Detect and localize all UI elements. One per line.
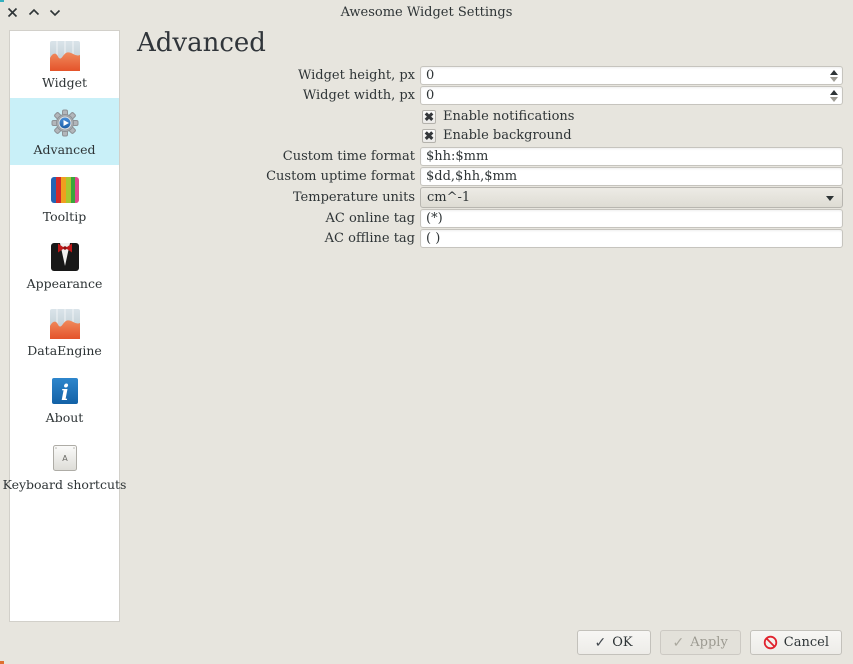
checkbox-checked-icon: ✖ xyxy=(424,111,434,123)
gear-icon xyxy=(49,107,81,139)
ok-button[interactable]: ✓ OK xyxy=(577,630,651,655)
keyboard-key-icon: A xyxy=(49,442,81,474)
window-title: Awesome Widget Settings xyxy=(0,5,853,20)
info-icon: i xyxy=(49,375,81,407)
cancel-button-label: Cancel xyxy=(784,635,829,650)
custom-time-format-label: Custom time format xyxy=(137,149,420,164)
temperature-units-value: cm^-1 xyxy=(427,190,470,205)
custom-time-format-input[interactable] xyxy=(420,147,843,166)
temperature-units-label: Temperature units xyxy=(137,190,420,205)
sidebar-item-label: About xyxy=(46,410,84,425)
graph-icon xyxy=(49,308,81,340)
color-stripes-icon xyxy=(49,174,81,206)
enable-notifications-row: ✖ Enable notifications xyxy=(422,109,843,124)
sidebar-item-label: Advanced xyxy=(34,142,96,157)
custom-uptime-format-row: Custom uptime format xyxy=(137,167,843,186)
widget-width-row: Widget width, px xyxy=(137,86,843,105)
ac-online-tag-input[interactable] xyxy=(420,209,843,228)
apply-button-label: Apply xyxy=(690,635,728,650)
ac-offline-tag-row: AC offline tag xyxy=(137,229,843,248)
enable-notifications-checkbox[interactable]: ✖ xyxy=(422,110,436,124)
widget-width-label: Widget width, px xyxy=(137,88,420,103)
widget-height-row: Widget height, px xyxy=(137,66,843,85)
ok-button-label: OK xyxy=(612,635,632,650)
widget-height-spinbox[interactable] xyxy=(420,66,843,85)
sidebar-item-about[interactable]: i About xyxy=(10,366,119,433)
page-title: Advanced xyxy=(137,28,266,58)
widget-height-label: Widget height, px xyxy=(137,68,420,83)
sidebar-item-label: DataEngine xyxy=(27,343,102,358)
temperature-units-row: Temperature units cm^-1 xyxy=(137,187,843,208)
svg-text:A: A xyxy=(62,454,68,463)
cancel-button[interactable]: Cancel xyxy=(750,630,842,655)
spin-down-icon[interactable] xyxy=(830,97,838,102)
widget-width-spinbox[interactable] xyxy=(420,86,843,105)
checkmark-icon: ✓ xyxy=(594,635,606,651)
enable-background-checkbox[interactable]: ✖ xyxy=(422,129,436,143)
ac-offline-tag-input[interactable] xyxy=(420,229,843,248)
advanced-settings-form: Widget height, px Widget width, px ✖ Ena… xyxy=(137,66,843,249)
custom-time-format-row: Custom time format xyxy=(137,147,843,166)
settings-category-list: Widget Advanced xyxy=(9,30,120,622)
sidebar-item-appearance[interactable]: Appearance xyxy=(10,232,119,299)
dropdown-arrow-icon xyxy=(826,196,834,201)
sidebar-item-keyboard-shortcuts[interactable]: A Keyboard shortcuts xyxy=(10,433,119,500)
sidebar-item-advanced[interactable]: Advanced xyxy=(10,98,119,165)
enable-notifications-label: Enable notifications xyxy=(443,109,574,124)
enable-background-label: Enable background xyxy=(443,128,572,143)
apply-button[interactable]: ✓ Apply xyxy=(660,630,741,655)
sidebar-item-label: Appearance xyxy=(27,276,103,291)
sidebar-item-dataengine[interactable]: DataEngine xyxy=(10,299,119,366)
sidebar-item-label: Widget xyxy=(42,75,87,90)
sidebar-item-label: Keyboard shortcuts xyxy=(3,477,127,492)
enable-background-row: ✖ Enable background xyxy=(422,128,843,143)
sidebar-item-tooltip[interactable]: Tooltip xyxy=(10,165,119,232)
ac-online-tag-label: AC online tag xyxy=(137,211,420,226)
custom-uptime-format-label: Custom uptime format xyxy=(137,169,420,184)
dialog-button-bar: ✓ OK ✓ Apply Cancel xyxy=(577,630,842,655)
checkbox-checked-icon: ✖ xyxy=(424,130,434,142)
ac-offline-tag-label: AC offline tag xyxy=(137,231,420,246)
spin-down-icon[interactable] xyxy=(830,77,838,82)
spin-up-icon[interactable] xyxy=(830,90,838,95)
custom-uptime-format-input[interactable] xyxy=(420,167,843,186)
spin-up-icon[interactable] xyxy=(830,70,838,75)
titlebar: Awesome Widget Settings xyxy=(0,0,853,26)
sidebar-item-widget[interactable]: Widget xyxy=(10,31,119,98)
sidebar-item-label: Tooltip xyxy=(43,209,86,224)
checkmark-icon: ✓ xyxy=(673,635,685,651)
svg-text:i: i xyxy=(61,380,69,405)
tuxedo-icon xyxy=(49,241,81,273)
graph-icon xyxy=(49,40,81,72)
cancel-prohibition-icon xyxy=(763,635,778,650)
temperature-units-dropdown[interactable]: cm^-1 xyxy=(420,187,843,208)
ac-online-tag-row: AC online tag xyxy=(137,209,843,228)
awesome-widget-settings-window: { "window": { "title": "Awesome Widget S… xyxy=(0,0,853,664)
